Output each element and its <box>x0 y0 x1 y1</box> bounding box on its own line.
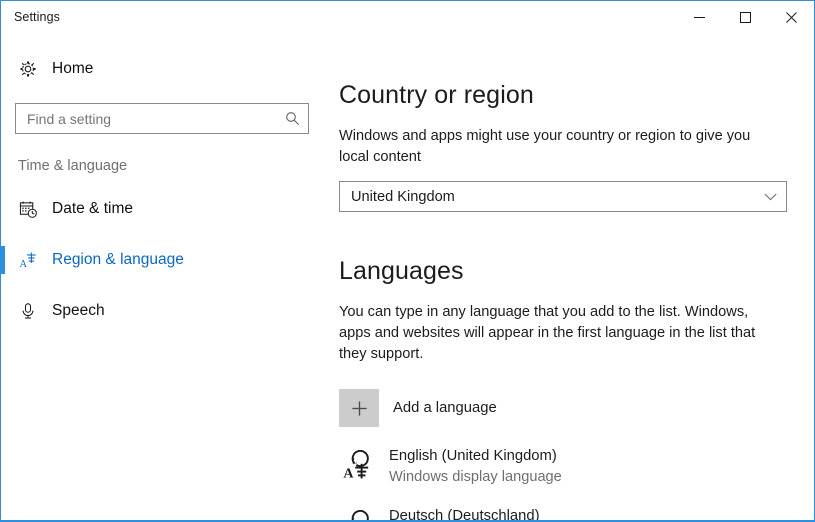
svg-text:A: A <box>19 259 27 270</box>
search-box[interactable] <box>15 103 309 134</box>
country-select-value: United Kingdom <box>351 188 455 205</box>
sidebar-item-date-and-time-label: Date & time <box>52 200 133 217</box>
language-pack-icon: L A <box>339 509 375 521</box>
language-status: Windows display language <box>389 469 562 485</box>
list-item[interactable]: L A Deutsch (Deutschland) Language pac <box>339 507 814 521</box>
search-button[interactable] <box>276 104 308 133</box>
language-a-icon: A <box>18 250 38 270</box>
sidebar: Home Time & language <box>1 35 334 520</box>
add-a-language-button[interactable]: Add a language <box>339 389 814 427</box>
list-item-text: English (United Kingdom) Windows display… <box>389 447 562 487</box>
country-or-region-heading: Country or region <box>339 81 534 109</box>
svg-text:L: L <box>352 455 357 465</box>
svg-text:L: L <box>352 515 357 521</box>
add-a-language-label: Add a language <box>393 400 497 416</box>
plus-icon <box>339 389 379 427</box>
country-select[interactable]: United Kingdom <box>339 181 787 212</box>
search-icon <box>285 112 299 126</box>
main-content: Country or region Windows and apps might… <box>334 35 814 521</box>
window-controls <box>676 1 814 33</box>
languages-description: You can type in any language that you ad… <box>339 304 756 362</box>
calendar-clock-icon <box>18 199 38 219</box>
language-pack-icon: L A <box>339 449 375 485</box>
sidebar-item-region-and-language[interactable]: A Region & language <box>1 244 334 276</box>
minimize-button[interactable] <box>676 1 722 33</box>
language-name: Deutsch (Deutschland) <box>389 508 540 521</box>
svg-text:A: A <box>343 467 354 482</box>
maximize-icon <box>739 11 751 23</box>
maximize-button[interactable] <box>722 1 768 33</box>
sidebar-item-home[interactable]: Home <box>1 52 334 86</box>
settings-window: Settings Home Find a setting Time & lang… <box>0 0 815 522</box>
microphone-icon <box>18 301 38 321</box>
list-item-text: Deutsch (Deutschland) Language pack avai… <box>389 507 550 521</box>
window-title: Settings <box>14 10 60 24</box>
sidebar-item-speech[interactable]: Speech <box>1 295 334 327</box>
languages-heading: Languages <box>339 257 464 285</box>
minimize-icon <box>693 16 705 18</box>
country-or-region-description: Windows and apps might use your country … <box>339 128 751 165</box>
search-input[interactable] <box>16 104 276 133</box>
window-body: Home Time & language <box>1 35 814 521</box>
sidebar-item-region-and-language-label: Region & language <box>52 251 184 268</box>
language-name: English (United Kingdom) <box>389 448 557 464</box>
close-icon <box>785 11 797 23</box>
gear-icon <box>18 59 38 79</box>
sidebar-item-home-label: Home <box>52 60 94 77</box>
title-bar: Settings <box>1 1 814 35</box>
sidebar-section-header: Time & language <box>18 158 128 174</box>
sidebar-item-date-and-time[interactable]: Date & time <box>1 193 334 225</box>
chevron-down-icon <box>764 182 777 211</box>
sidebar-item-speech-label: Speech <box>52 302 105 319</box>
close-button[interactable] <box>768 1 814 33</box>
list-item[interactable]: L A English (United Kingdom) Windows dis… <box>339 447 814 487</box>
